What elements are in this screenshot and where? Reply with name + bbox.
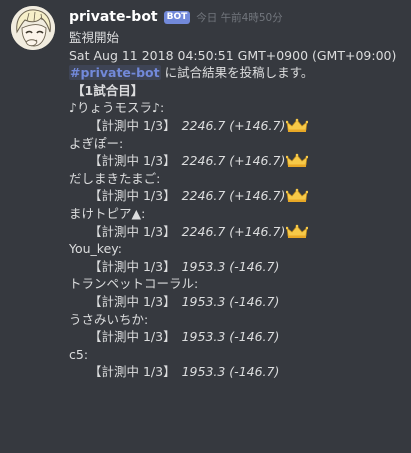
player-name: トランペットコーラル: <box>69 276 199 292</box>
measuring-status: 【計測中 1/3】 <box>89 117 176 133</box>
anime-character-avatar-icon <box>11 6 55 50</box>
measuring-status: 【計測中 1/3】 <box>89 188 176 204</box>
chat-message: private-bot BOT 今日 午前4時50分 監視開始 Sat Aug … <box>0 0 411 453</box>
rating-score: 2246.7 (+146.7) <box>181 153 286 169</box>
player-name: You_key: <box>69 241 122 257</box>
measuring-status: 【計測中 1/3】 <box>89 258 176 274</box>
message-header: private-bot BOT 今日 午前4時50分 <box>69 8 283 26</box>
player-name: ♪りょうモスラ♪: <box>69 100 165 116</box>
player-name: だしまきたまご: <box>69 170 161 186</box>
crown-icon <box>286 189 309 203</box>
player-name: よぎぽー: <box>69 135 124 151</box>
rating-score: 1953.3 (-146.7) <box>181 329 280 345</box>
match-header: 【1試合目】 <box>69 82 396 100</box>
measuring-status: 【計測中 1/3】 <box>89 364 176 380</box>
measuring-status: 【計測中 1/3】 <box>89 223 176 239</box>
rating-score: 2246.7 (+146.7) <box>181 188 286 204</box>
monitor-start-line: 監視開始 <box>69 30 120 45</box>
post-notice-text: に試合結果を投稿します。 <box>160 65 314 81</box>
rating-score: 2246.7 (+146.7) <box>181 223 286 239</box>
crown-icon <box>286 118 309 132</box>
crown-icon <box>286 153 309 168</box>
player-result: 【計測中 1/3】 1953.3 (-146.7) <box>69 363 396 381</box>
player-result: 【計測中 1/3】 2246.7 (+146.7) <box>69 187 396 205</box>
rating-score: 2246.7 (+146.7) <box>181 117 286 133</box>
player-result: 【計測中 1/3】 2246.7 (+146.7) <box>69 117 396 135</box>
player-name: うさみいちか: <box>69 311 149 327</box>
bot-badge: BOT <box>163 10 191 24</box>
message-timestamp: 今日 午前4時50分 <box>196 11 283 24</box>
player-name: まけトピア▲: <box>69 205 146 221</box>
player-results: ♪りょうモスラ♪: 【計測中 1/3】 2246.7 (+146.7) よぎぽー: 【計… <box>69 99 396 381</box>
rating-score: 1953.3 (-146.7) <box>181 293 280 309</box>
crown-icon <box>286 224 309 238</box>
datetime-line: Sat Aug 11 2018 04:50:51 GMT+0900 (GMT+0… <box>69 47 397 63</box>
measuring-status: 【計測中 1/3】 <box>89 153 176 169</box>
rating-score: 1953.3 (-146.7) <box>181 258 280 274</box>
player-result: 【計測中 1/3】 2246.7 (+146.7) <box>69 152 396 170</box>
measuring-status: 【計測中 1/3】 <box>89 329 176 345</box>
message-content: 監視開始 Sat Aug 11 2018 04:50:51 GMT+0900 (… <box>69 29 396 381</box>
rating-score: 1953.3 (-146.7) <box>181 364 280 380</box>
match-header-label: 【1試合目】 <box>72 82 144 98</box>
username[interactable]: private-bot <box>69 9 158 25</box>
channel-mention[interactable]: #private-bot <box>69 65 161 81</box>
player-name: c5: <box>69 346 89 362</box>
post-notice-line: #private-bot に試合結果を投稿します。 <box>69 64 396 82</box>
player-result: 【計測中 1/3】 1953.3 (-146.7) <box>69 328 396 346</box>
player-result: 【計測中 1/3】 1953.3 (-146.7) <box>69 293 396 311</box>
player-result: 【計測中 1/3】 2246.7 (+146.7) <box>69 223 396 241</box>
measuring-status: 【計測中 1/3】 <box>89 293 176 309</box>
bot-avatar[interactable] <box>11 6 55 50</box>
player-result: 【計測中 1/3】 1953.3 (-146.7) <box>69 258 396 276</box>
